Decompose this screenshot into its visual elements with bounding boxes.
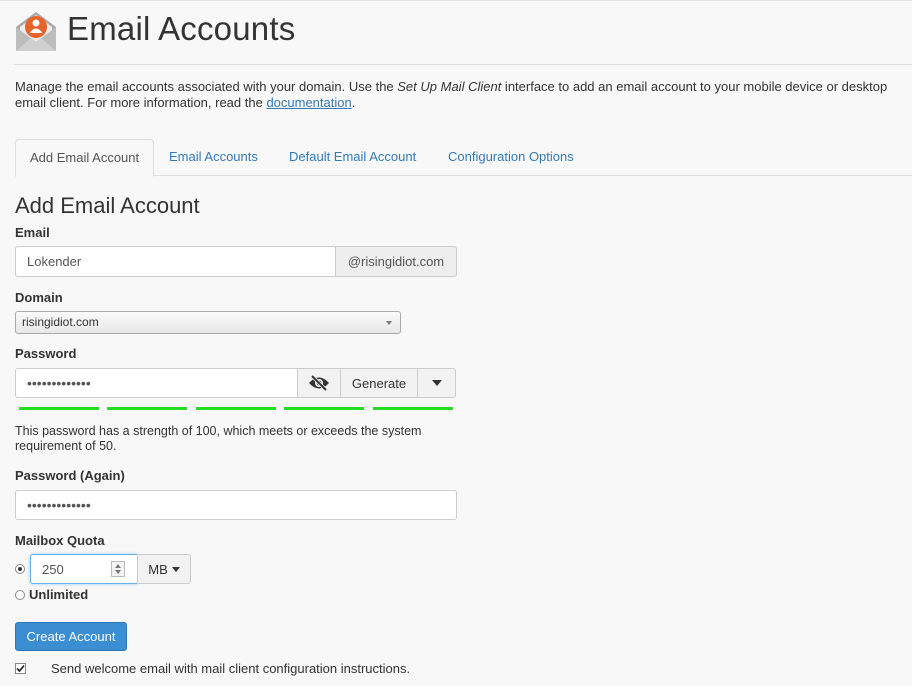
strength-bar-segment (107, 407, 187, 410)
email-domain-suffix: @risingidiot.com (335, 246, 457, 277)
page-title: Email Accounts (67, 10, 296, 47)
dropdown-arrow-icon (386, 321, 392, 325)
tab-default-email-account[interactable]: Default Email Account (275, 139, 430, 176)
caret-down-icon (431, 380, 442, 386)
strength-bar-segment (19, 407, 99, 410)
email-label: Email (15, 225, 50, 240)
password-label: Password (15, 346, 77, 361)
eye-slash-icon (309, 375, 329, 391)
generate-options-dropdown-button[interactable] (417, 368, 456, 398)
password-input[interactable]: ••••••••••••• (15, 368, 299, 398)
generate-password-button[interactable]: Generate (340, 368, 418, 398)
quota-stepper[interactable] (111, 561, 125, 577)
set-up-mail-client-text: Set Up Mail Client (397, 79, 502, 94)
quota-unlimited-radio[interactable] (15, 590, 25, 600)
welcome-email-checkbox[interactable] (15, 663, 26, 674)
password-again-input[interactable]: ••••••••••••• (15, 490, 457, 520)
domain-select[interactable]: risingidiot.com (15, 311, 401, 334)
checkmark-icon (16, 664, 25, 673)
top-border (0, 0, 912, 1)
tab-email-accounts[interactable]: Email Accounts (155, 139, 272, 176)
toggle-password-visibility-button[interactable] (297, 368, 341, 398)
welcome-email-label: Send welcome email with mail client conf… (51, 661, 411, 676)
password-again-label: Password (Again) (15, 468, 125, 483)
email-input[interactable]: Lokender (15, 246, 336, 277)
tab-add-email-account[interactable]: Add Email Account (15, 139, 155, 177)
tab-bar: Add Email Account Email Accounts Default… (15, 139, 912, 177)
strength-bar-segment (373, 407, 453, 410)
page-description: Manage the email accounts associated wit… (15, 79, 888, 110)
mailbox-quota-label: Mailbox Quota (15, 533, 105, 548)
domain-label: Domain (15, 290, 63, 305)
documentation-link[interactable]: documentation (266, 95, 351, 110)
domain-select-value: risingidiot.com (22, 315, 99, 329)
strength-bar-segment (284, 407, 364, 410)
tab-configuration-options[interactable]: Configuration Options (434, 139, 588, 176)
create-account-button[interactable]: Create Account (15, 622, 127, 651)
header-divider (14, 64, 912, 65)
caret-down-icon (171, 566, 180, 572)
unlimited-label: Unlimited (29, 587, 89, 602)
strength-bar-segment (196, 407, 276, 410)
email-accounts-icon (16, 12, 56, 51)
quota-value: 250 (42, 561, 64, 577)
password-strength-help: This password has a strength of 100, whi… (15, 424, 422, 453)
quota-unit: MB (148, 561, 168, 577)
stepper-arrows-icon (115, 564, 121, 574)
quota-unit-dropdown[interactable]: MB (137, 554, 191, 584)
section-title: Add Email Account (15, 193, 200, 218)
quota-limited-radio[interactable] (15, 564, 25, 574)
